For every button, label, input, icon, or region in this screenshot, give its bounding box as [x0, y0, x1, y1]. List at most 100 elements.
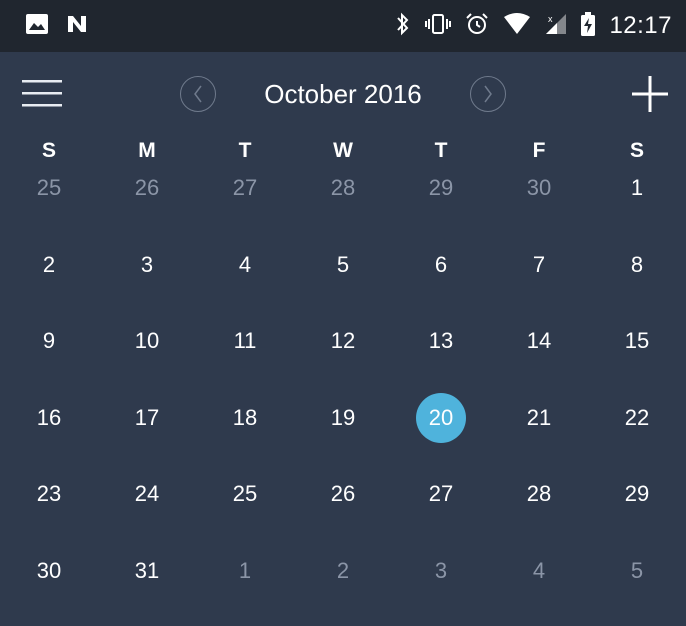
- day-cell[interactable]: 2: [294, 549, 392, 626]
- day-cell[interactable]: 16: [0, 396, 98, 473]
- day-cell[interactable]: 23: [0, 472, 98, 549]
- weekday-label: T: [238, 139, 252, 162]
- svg-text:x: x: [548, 14, 553, 24]
- day-cell[interactable]: 27: [196, 166, 294, 243]
- day-cell[interactable]: 6: [392, 243, 490, 320]
- chevron-left-icon: [194, 85, 202, 103]
- weekday-label: T: [434, 139, 448, 162]
- day-number: 16: [36, 404, 62, 430]
- day-cell[interactable]: 3: [392, 549, 490, 626]
- chevron-right-icon: [484, 85, 492, 103]
- calendar-toolbar: October 2016: [0, 52, 686, 136]
- day-number: 6: [434, 251, 448, 277]
- day-number: 21: [526, 404, 552, 430]
- weekday-label: S: [629, 139, 644, 162]
- day-number: 13: [428, 328, 454, 354]
- weekday-label: W: [333, 139, 353, 162]
- vibrate-icon: [425, 13, 452, 40]
- day-number: 30: [526, 175, 552, 200]
- day-cell[interactable]: 1: [588, 166, 686, 243]
- day-cell[interactable]: 17: [98, 396, 196, 473]
- day-cell[interactable]: 18: [196, 396, 294, 473]
- plus-icon[interactable]: [630, 74, 670, 114]
- n-logo-icon: [66, 14, 88, 39]
- day-cell[interactable]: 4: [196, 243, 294, 320]
- day-cell[interactable]: 11: [196, 319, 294, 396]
- weekday-header: S M T W T F S: [0, 136, 686, 166]
- status-bar-left: [26, 13, 88, 39]
- day-cell[interactable]: 24: [98, 472, 196, 549]
- day-number: 28: [526, 481, 552, 507]
- day-cell[interactable]: 5: [588, 549, 686, 626]
- day-cell[interactable]: 28: [294, 166, 392, 243]
- day-cell[interactable]: 9: [0, 319, 98, 396]
- day-cell[interactable]: 3: [98, 243, 196, 320]
- day-cell[interactable]: 26: [294, 472, 392, 549]
- day-cell[interactable]: 21: [490, 396, 588, 473]
- day-cell[interactable]: 22: [588, 396, 686, 473]
- day-cell[interactable]: 28: [490, 472, 588, 549]
- day-number: 7: [532, 251, 546, 277]
- day-number: 14: [526, 328, 552, 354]
- bluetooth-icon: [395, 12, 411, 41]
- day-number: 26: [134, 175, 160, 200]
- day-number: 25: [232, 481, 258, 507]
- day-number: 27: [232, 175, 258, 200]
- prev-month-button[interactable]: [180, 76, 216, 112]
- alarm-icon: [465, 12, 489, 41]
- day-number: 10: [134, 328, 160, 354]
- day-cell[interactable]: 25: [196, 472, 294, 549]
- day-cell[interactable]: 29: [392, 166, 490, 243]
- day-cell[interactable]: 5: [294, 243, 392, 320]
- day-cell[interactable]: 10: [98, 319, 196, 396]
- weekday-label: F: [532, 139, 546, 162]
- battery-charging-icon: [581, 11, 596, 41]
- day-number: 29: [624, 481, 650, 507]
- day-cell-today[interactable]: 20: [392, 392, 490, 473]
- day-cell[interactable]: 31: [98, 549, 196, 626]
- status-bar: x 12:17: [0, 0, 686, 52]
- month-navigator: October 2016: [180, 76, 506, 112]
- day-number: 4: [238, 251, 252, 277]
- day-number: 1: [238, 557, 252, 583]
- day-number: 25: [36, 175, 62, 200]
- image-icon: [26, 13, 48, 39]
- day-number: 24: [134, 481, 160, 507]
- day-cell[interactable]: 15: [588, 319, 686, 396]
- day-number: 29: [428, 175, 454, 200]
- wifi-icon: [503, 12, 531, 40]
- day-cell[interactable]: 14: [490, 319, 588, 396]
- day-number: 19: [330, 404, 356, 430]
- day-number: 18: [232, 404, 258, 430]
- status-time: 12:17: [609, 12, 672, 39]
- month-day-grid: 25 26 27 28 29 30 1 2 3 4 5 6 7 8 9 10 11 12 13 14 15 16 17 18 1…: [0, 166, 686, 626]
- day-number: 1: [630, 175, 644, 200]
- day-cell[interactable]: 30: [490, 166, 588, 243]
- day-cell[interactable]: 19: [294, 396, 392, 473]
- day-cell[interactable]: 4: [490, 549, 588, 626]
- next-month-button[interactable]: [470, 76, 506, 112]
- status-bar-right: x 12:17: [395, 11, 672, 41]
- weekday-label: M: [138, 139, 156, 162]
- day-cell[interactable]: 8: [588, 243, 686, 320]
- day-number: 27: [428, 481, 454, 507]
- day-number: 26: [330, 481, 356, 507]
- day-cell[interactable]: 13: [392, 319, 490, 396]
- day-number: 4: [532, 557, 546, 583]
- day-cell[interactable]: 2: [0, 243, 98, 320]
- day-cell[interactable]: 26: [98, 166, 196, 243]
- day-number: 23: [36, 481, 62, 507]
- day-number: 20: [416, 392, 466, 443]
- day-cell[interactable]: 30: [0, 549, 98, 626]
- day-number: 30: [36, 557, 62, 583]
- day-cell[interactable]: 29: [588, 472, 686, 549]
- day-number: 15: [624, 328, 650, 354]
- hamburger-menu-icon[interactable]: [22, 78, 62, 110]
- day-cell[interactable]: 1: [196, 549, 294, 626]
- day-cell[interactable]: 27: [392, 472, 490, 549]
- day-cell[interactable]: 12: [294, 319, 392, 396]
- day-number: 5: [336, 251, 350, 277]
- day-cell[interactable]: 25: [0, 166, 98, 243]
- day-cell[interactable]: 7: [490, 243, 588, 320]
- day-number: 28: [330, 175, 356, 200]
